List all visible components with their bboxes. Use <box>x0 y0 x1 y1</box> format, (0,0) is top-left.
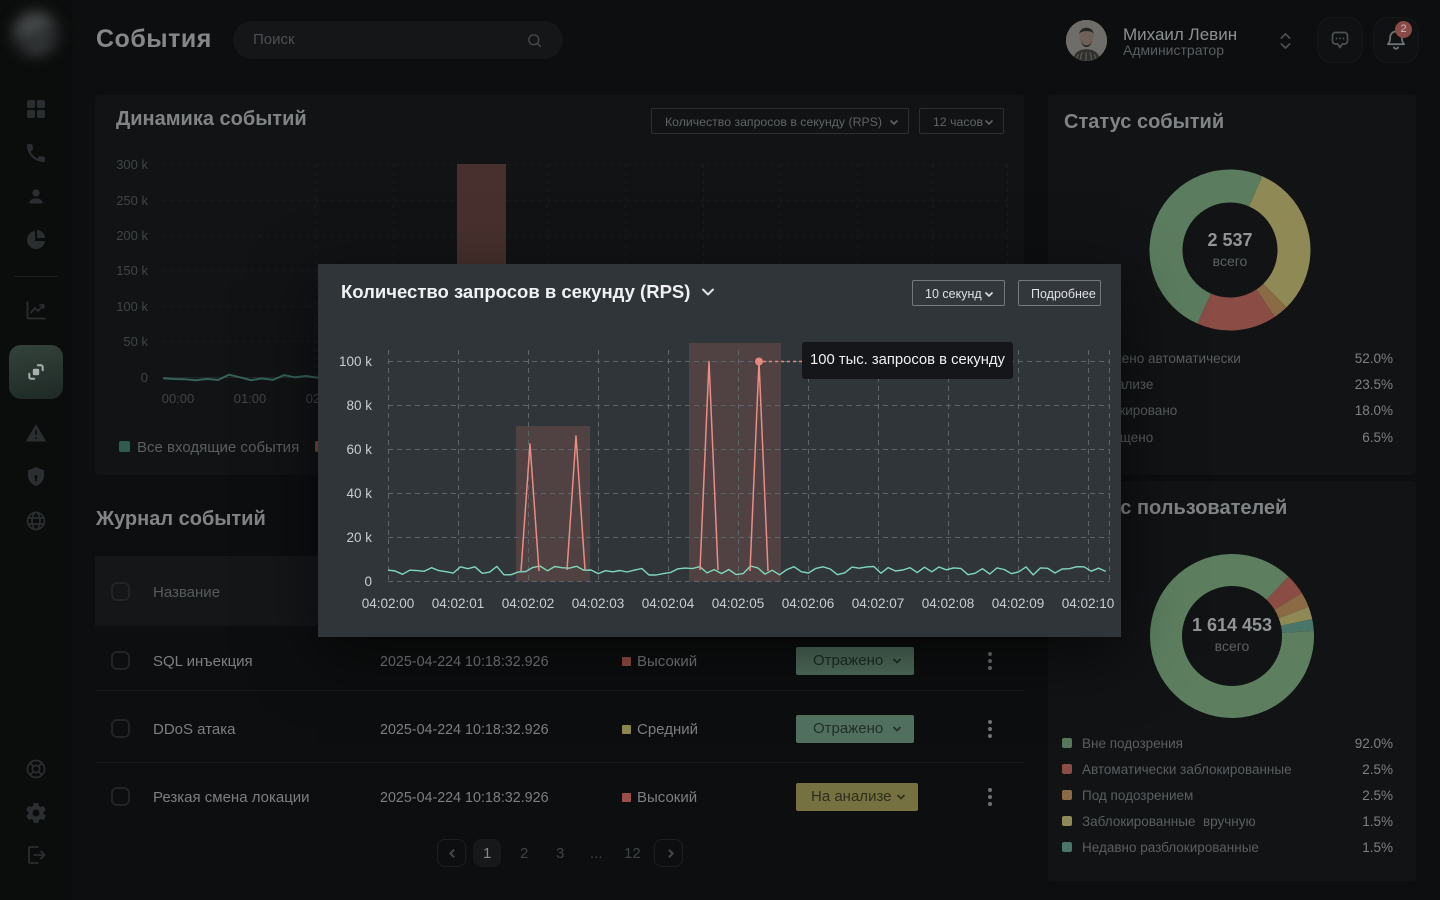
svg-text:04:02:10: 04:02:10 <box>1062 596 1115 611</box>
svg-text:04:02:00: 04:02:00 <box>362 596 415 611</box>
svg-text:04:02:09: 04:02:09 <box>992 596 1045 611</box>
svg-text:04:02:02: 04:02:02 <box>502 596 555 611</box>
svg-text:80 k: 80 k <box>346 398 372 413</box>
svg-text:04:02:03: 04:02:03 <box>572 596 625 611</box>
svg-text:0: 0 <box>141 370 148 385</box>
svg-text:04:02:06: 04:02:06 <box>782 596 835 611</box>
svg-text:150 k: 150 k <box>116 263 148 278</box>
svg-text:200 k: 200 k <box>116 228 148 243</box>
svg-text:20 k: 20 k <box>346 530 372 545</box>
svg-text:04:02:07: 04:02:07 <box>852 596 905 611</box>
svg-text:04:02:05: 04:02:05 <box>712 596 765 611</box>
svg-text:00:00: 00:00 <box>162 391 195 406</box>
svg-text:04:02:08: 04:02:08 <box>922 596 975 611</box>
svg-text:100 k: 100 k <box>116 299 148 314</box>
svg-text:300 k: 300 k <box>116 157 148 172</box>
svg-text:40 k: 40 k <box>346 486 372 501</box>
svg-text:01:00: 01:00 <box>234 391 267 406</box>
svg-text:250 k: 250 k <box>116 193 148 208</box>
svg-text:04:02:04: 04:02:04 <box>642 596 695 611</box>
svg-text:Все входящие события: Все входящие события <box>137 439 299 456</box>
svg-text:100 k: 100 k <box>339 354 372 369</box>
svg-text:60 k: 60 k <box>346 442 372 457</box>
svg-text:0: 0 <box>364 574 372 589</box>
svg-text:50 k: 50 k <box>123 334 148 349</box>
svg-text:04:02:01: 04:02:01 <box>432 596 485 611</box>
